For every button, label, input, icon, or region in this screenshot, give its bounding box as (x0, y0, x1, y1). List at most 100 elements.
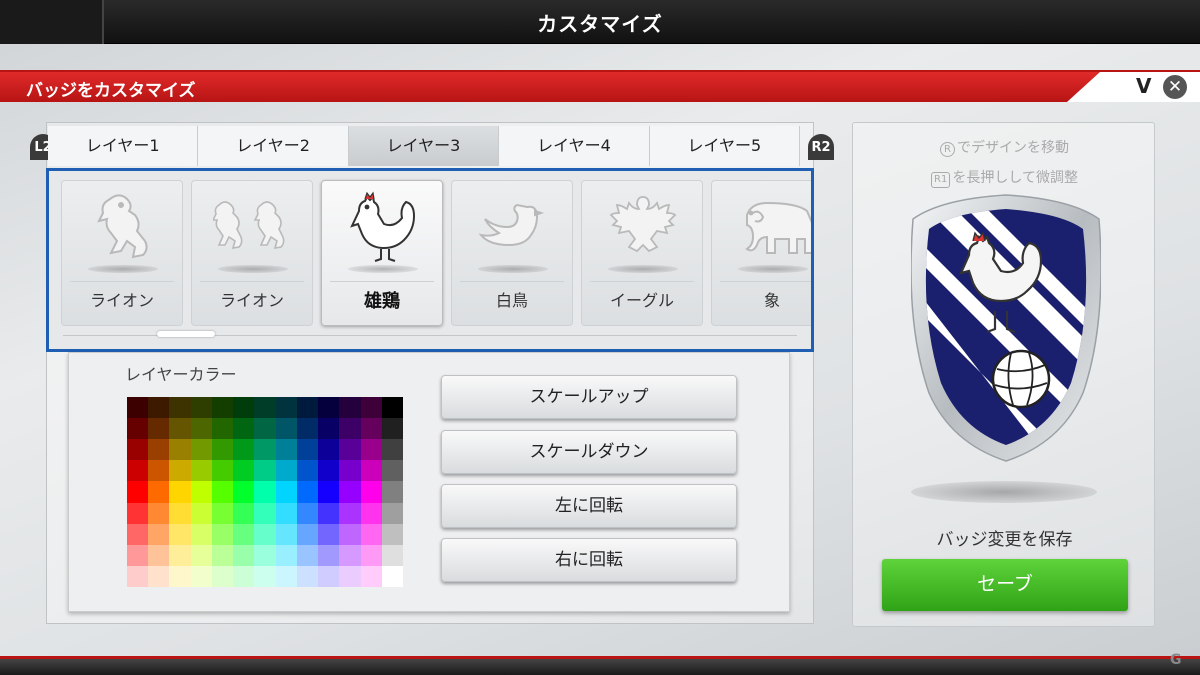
palette-swatch[interactable] (127, 502, 149, 524)
palette-swatch[interactable] (169, 397, 191, 419)
palette-swatch[interactable] (148, 418, 170, 440)
tab-layer-2[interactable]: レイヤー2 (198, 126, 349, 166)
palette-swatch[interactable] (296, 544, 319, 566)
palette-swatch[interactable] (318, 523, 340, 545)
palette-swatch[interactable] (233, 565, 255, 587)
palette-swatch[interactable] (233, 544, 255, 566)
palette-swatch[interactable] (339, 523, 361, 545)
palette-swatch[interactable] (211, 565, 234, 587)
palette-swatch[interactable] (339, 460, 361, 482)
palette-swatch[interactable] (127, 439, 149, 461)
emblem-card-rooster[interactable]: 雄鶏 (321, 180, 443, 326)
emblem-card-twin-lions[interactable]: ライオン (191, 180, 313, 326)
emblem-scroll-thumb[interactable] (157, 331, 215, 337)
palette-swatch[interactable] (169, 565, 191, 587)
palette-swatch[interactable] (254, 439, 276, 461)
palette-swatch[interactable] (190, 397, 212, 419)
palette-swatch[interactable] (275, 523, 297, 545)
palette-swatch[interactable] (275, 439, 297, 461)
palette-swatch[interactable] (211, 397, 234, 419)
palette-swatch[interactable] (233, 460, 255, 482)
palette-swatch[interactable] (381, 460, 403, 482)
palette-swatch[interactable] (211, 523, 234, 545)
palette-swatch[interactable] (254, 502, 276, 524)
color-palette[interactable] (127, 397, 403, 587)
palette-swatch[interactable] (211, 418, 234, 440)
palette-swatch[interactable] (275, 397, 297, 419)
palette-swatch[interactable] (360, 439, 382, 461)
palette-swatch[interactable] (254, 523, 276, 545)
palette-swatch[interactable] (275, 565, 297, 587)
palette-swatch[interactable] (169, 460, 191, 482)
palette-swatch[interactable] (360, 481, 382, 503)
palette-swatch[interactable] (318, 502, 340, 524)
palette-swatch[interactable] (148, 565, 170, 587)
palette-swatch[interactable] (381, 544, 403, 566)
palette-swatch[interactable] (339, 544, 361, 566)
palette-swatch[interactable] (190, 418, 212, 440)
palette-swatch[interactable] (296, 397, 319, 419)
palette-swatch[interactable] (381, 523, 403, 545)
palette-swatch[interactable] (381, 565, 403, 587)
palette-swatch[interactable] (275, 502, 297, 524)
emblem-card-swan[interactable]: 白鳥 (451, 180, 573, 326)
palette-swatch[interactable] (233, 523, 255, 545)
rotate-right-button[interactable]: 右に回転 (441, 538, 737, 582)
emblem-card-elephant[interactable]: 象 (711, 180, 811, 326)
palette-swatch[interactable] (127, 460, 149, 482)
palette-swatch[interactable] (233, 439, 255, 461)
palette-swatch[interactable] (339, 565, 361, 587)
palette-swatch[interactable] (211, 544, 234, 566)
palette-swatch[interactable] (127, 481, 149, 503)
tab-layer-3[interactable]: レイヤー3 (348, 126, 500, 166)
palette-swatch[interactable] (169, 502, 191, 524)
palette-swatch[interactable] (296, 439, 319, 461)
palette-swatch[interactable] (127, 523, 149, 545)
palette-swatch[interactable] (296, 460, 319, 482)
palette-swatch[interactable] (381, 502, 403, 524)
palette-swatch[interactable] (296, 418, 319, 440)
palette-swatch[interactable] (169, 418, 191, 440)
palette-swatch[interactable] (127, 544, 149, 566)
palette-swatch[interactable] (148, 502, 170, 524)
scale-down-button[interactable]: スケールダウン (441, 430, 737, 474)
palette-swatch[interactable] (148, 460, 170, 482)
palette-swatch[interactable] (360, 418, 382, 440)
palette-swatch[interactable] (339, 502, 361, 524)
palette-swatch[interactable] (254, 565, 276, 587)
palette-swatch[interactable] (360, 397, 382, 419)
tab-layer-1[interactable]: レイヤー1 (48, 126, 199, 166)
palette-swatch[interactable] (339, 397, 361, 419)
palette-swatch[interactable] (127, 565, 149, 587)
collapse-icon[interactable]: V (1136, 74, 1151, 98)
palette-swatch[interactable] (169, 439, 191, 461)
palette-swatch[interactable] (360, 565, 382, 587)
palette-swatch[interactable] (381, 418, 403, 440)
palette-swatch[interactable] (233, 481, 255, 503)
palette-swatch[interactable] (190, 565, 212, 587)
palette-swatch[interactable] (190, 544, 212, 566)
palette-swatch[interactable] (190, 523, 212, 545)
palette-swatch[interactable] (211, 439, 234, 461)
palette-swatch[interactable] (318, 439, 340, 461)
palette-swatch[interactable] (318, 565, 340, 587)
palette-swatch[interactable] (275, 544, 297, 566)
palette-swatch[interactable] (360, 460, 382, 482)
palette-swatch[interactable] (254, 460, 276, 482)
palette-swatch[interactable] (148, 544, 170, 566)
rotate-left-button[interactable]: 左に回転 (441, 484, 737, 528)
palette-swatch[interactable] (148, 439, 170, 461)
palette-swatch[interactable] (381, 397, 403, 419)
palette-swatch[interactable] (296, 523, 319, 545)
palette-swatch[interactable] (254, 544, 276, 566)
palette-swatch[interactable] (233, 502, 255, 524)
palette-swatch[interactable] (211, 460, 234, 482)
palette-swatch[interactable] (211, 502, 234, 524)
palette-swatch[interactable] (190, 460, 212, 482)
palette-swatch[interactable] (381, 439, 403, 461)
palette-swatch[interactable] (211, 481, 234, 503)
palette-swatch[interactable] (275, 481, 297, 503)
palette-swatch[interactable] (254, 397, 276, 419)
close-icon[interactable]: ✕ (1163, 75, 1187, 99)
palette-swatch[interactable] (254, 418, 276, 440)
